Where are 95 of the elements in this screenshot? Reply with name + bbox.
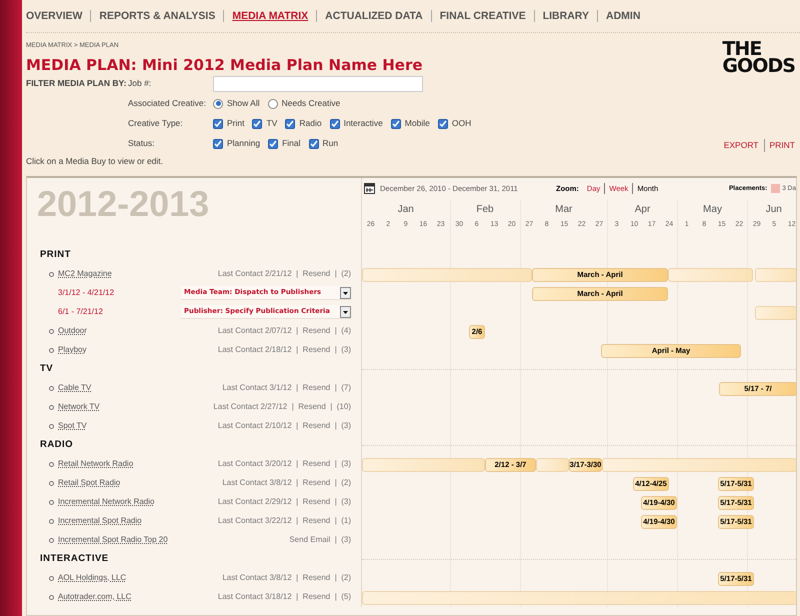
nav-link[interactable]: OVERVIEW [26, 10, 90, 22]
filter-choice[interactable]: Show All [213, 97, 260, 110]
nav-link[interactable]: REPORTS & ANALYSIS [90, 10, 224, 22]
month-label: Jun [764, 202, 783, 216]
bullet-icon [49, 348, 54, 352]
field-label: Associated Creative: [128, 97, 207, 110]
contact-info: Last Contact 3/8/12 | Resend | (2) [222, 572, 351, 584]
media-name-link[interactable]: Retail Spot Radio [58, 477, 120, 489]
contact-info: Last Contact 3/20/12 | Resend | (3) [218, 458, 351, 470]
contact-info: Send Email | (3) [289, 534, 351, 546]
flight-dates: 3/1/12 - 4/21/12 [58, 287, 114, 299]
filter-choice[interactable]: OOH [438, 117, 472, 130]
radio-button[interactable] [213, 98, 223, 109]
action-link[interactable]: EXPORT [718, 139, 764, 152]
media-name-link[interactable]: Spot TV [58, 420, 87, 432]
media-name-link[interactable]: Incremental Network Radio [58, 496, 154, 508]
media-name-link[interactable]: Incremental Spot Radio Top 20 [58, 534, 168, 546]
contact-info: Last Contact 3/18/12 | Resend | (5) [218, 591, 351, 603]
radio-button[interactable] [268, 98, 278, 109]
caret-icon [340, 286, 351, 298]
bullet-icon [49, 480, 54, 486]
nav-link[interactable]: MEDIA MATRIX [223, 10, 316, 22]
checkbox[interactable] [268, 138, 278, 149]
flight-dates: 6/1 - 7/21/12 [58, 306, 103, 318]
month-label: May [702, 202, 723, 216]
checkbox[interactable] [213, 118, 223, 129]
filter-heading: FILTER MEDIA PLAN BY: [26, 77, 128, 90]
month-label: Feb [475, 202, 495, 216]
contact-info: Last Contact 2/07/12 | Resend | (4) [218, 325, 351, 337]
media-name-link[interactable]: Autotrader.com, LLC [58, 591, 132, 603]
bullet-icon [49, 500, 54, 504]
bullet-icon [49, 538, 54, 542]
contact-info: Last Contact 3/22/12 | Resend | (1) [218, 515, 351, 527]
bullet-icon [49, 594, 54, 600]
section-heading: TV [40, 362, 54, 376]
nav-link[interactable]: ADMIN [597, 10, 648, 22]
checkbox[interactable] [390, 118, 401, 129]
contact-info: Last Contact 3/1/12 | Resend | (7) [222, 382, 351, 394]
checkbox[interactable] [252, 118, 262, 129]
checkbox[interactable] [438, 118, 448, 129]
bullet-icon [49, 272, 54, 276]
bullet-icon [49, 462, 54, 466]
section-heading: RADIO [40, 438, 73, 452]
filter-choice[interactable]: TV [252, 117, 278, 130]
month-label: Jan [396, 202, 415, 216]
filter-choice[interactable]: Print [213, 117, 244, 130]
calendar-icon[interactable] [364, 183, 375, 194]
section-heading: PRINT [40, 248, 71, 262]
contact-info: Last Contact 2/18/12 | Resend | (3) [218, 344, 351, 356]
nav-link[interactable]: ACTUALIZED DATA [316, 10, 431, 22]
filter-choice[interactable]: Run [308, 137, 338, 150]
job-number-input[interactable] [213, 76, 423, 92]
filter-choice[interactable]: Needs Creative [268, 97, 340, 110]
media-name-link[interactable]: Playboy [58, 344, 86, 356]
field-label: Status: [128, 137, 156, 150]
year-heading: 2012-2013 [37, 184, 210, 224]
checkbox[interactable] [285, 118, 296, 129]
action-link[interactable]: PRINT [764, 139, 795, 152]
contact-info: Last Contact 2/27/12 | Resend | (10) [213, 401, 351, 413]
contact-info: Last Contact 2/21/12 | Resend | (2) [218, 268, 351, 280]
media-name-link[interactable]: Outdoor [58, 325, 87, 337]
filter-choice[interactable]: Final [268, 137, 301, 150]
filter-choice[interactable]: Interactive [330, 117, 383, 130]
bullet-icon [49, 576, 54, 580]
brand-logo: THE GOODS [722, 41, 795, 75]
filter-choice[interactable]: Planning [213, 137, 260, 150]
checkbox[interactable] [213, 138, 223, 149]
page-title: MEDIA PLAN: Mini 2012 Media Plan Name Here [26, 56, 424, 74]
nav-link[interactable]: FINAL CREATIVE [430, 10, 534, 22]
bullet-icon [49, 328, 54, 334]
field-label: Job #: [128, 77, 152, 90]
filter-choice[interactable]: Mobile [390, 117, 430, 130]
media-name-link[interactable]: MC2 Magazine [58, 268, 112, 280]
media-name-link[interactable]: Cable TV [58, 382, 92, 394]
checkbox[interactable] [308, 138, 319, 149]
caret-icon [340, 306, 351, 318]
media-name-link[interactable]: AOL Holdings, LLC [58, 572, 126, 584]
field-label: Creative Type: [128, 117, 184, 130]
media-name-link[interactable]: Incremental Spot Radio [58, 515, 142, 527]
filter-choice[interactable]: Radio [285, 117, 322, 130]
contact-info: Last Contact 3/8/12 | Resend | (2) [222, 477, 351, 489]
nav-link[interactable]: LIBRARY [534, 10, 597, 22]
media-name-link[interactable]: Network TV [58, 401, 100, 413]
contact-info: Last Contact 2/10/12 | Resend | (3) [218, 420, 351, 432]
checkbox[interactable] [330, 118, 340, 129]
month-label: Apr [634, 202, 652, 216]
hint-text: Click on a Media Buy to view or edit. [26, 154, 164, 168]
bullet-icon [49, 518, 54, 524]
bullet-icon [49, 386, 54, 390]
media-name-link[interactable]: Retail Network Radio [58, 458, 134, 470]
bullet-icon [49, 404, 54, 410]
section-heading: INTERACTIVE [40, 552, 109, 566]
contact-info: Last Contact 2/29/12 | Resend | (3) [218, 496, 351, 508]
month-label: Mar [554, 202, 574, 216]
bullet-icon [49, 424, 54, 428]
